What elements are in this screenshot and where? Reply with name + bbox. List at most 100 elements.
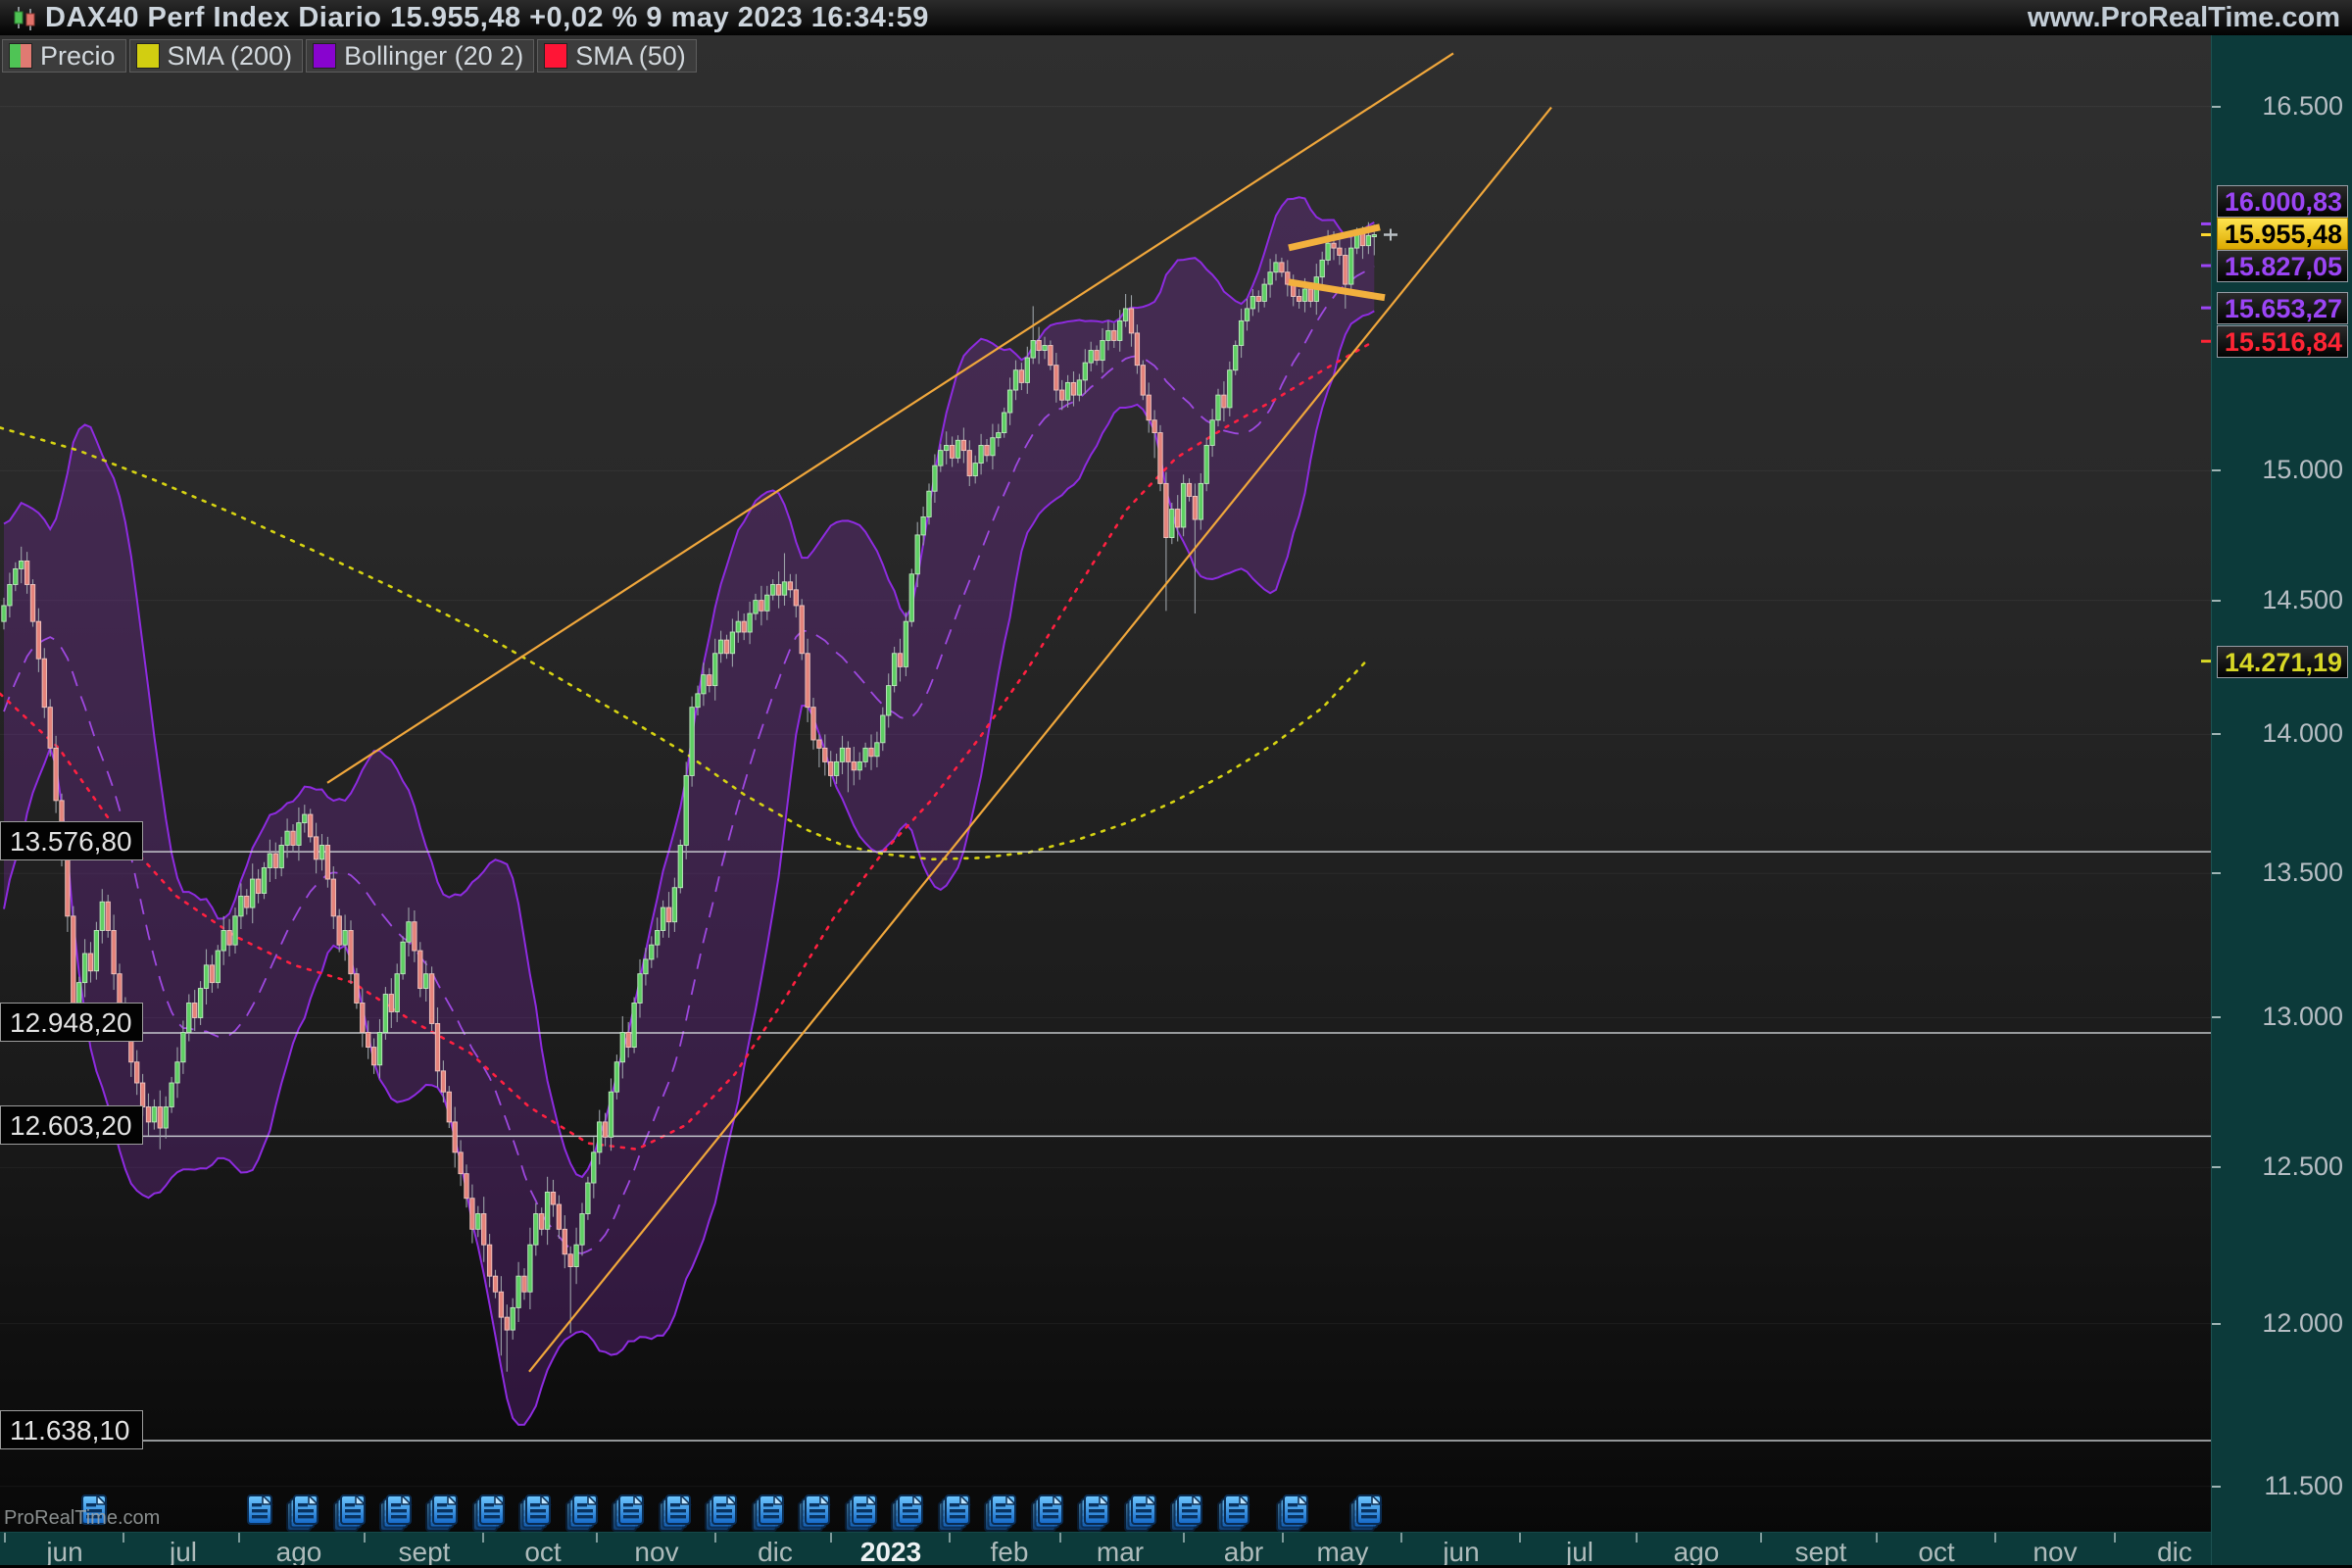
prorealtime-window: DAX40 Perf Index Diario 15.955,48 +0,02 … bbox=[0, 0, 2352, 1568]
price-tick bbox=[2212, 600, 2221, 602]
news-icon[interactable] bbox=[1350, 1495, 1381, 1531]
month-label-abr: abr bbox=[1224, 1537, 1263, 1568]
news-icon[interactable] bbox=[426, 1495, 457, 1531]
month-label-sept: sept bbox=[399, 1537, 451, 1568]
month-label-mar: mar bbox=[1097, 1537, 1144, 1568]
month-tick bbox=[830, 1533, 832, 1543]
price-marker-bollinger: 15.827,05 bbox=[2217, 250, 2348, 282]
news-icon[interactable] bbox=[1171, 1495, 1201, 1531]
month-tick bbox=[596, 1533, 598, 1543]
news-icon[interactable] bbox=[519, 1495, 550, 1531]
price-tick bbox=[2212, 469, 2221, 471]
month-tick bbox=[364, 1533, 366, 1543]
legend-label: Precio bbox=[40, 41, 116, 72]
month-label-oct: oct bbox=[1918, 1537, 1954, 1568]
price-tick-label: 16.500 bbox=[2262, 91, 2343, 122]
legend-item-sma-200-[interactable]: SMA (200) bbox=[129, 39, 304, 73]
news-icon[interactable] bbox=[380, 1495, 411, 1531]
price-marker-bollinger: 16.000,83 bbox=[2217, 185, 2348, 218]
indicator-swatch-icon bbox=[136, 43, 160, 69]
month-tick bbox=[714, 1533, 716, 1543]
price-tick bbox=[2212, 733, 2221, 735]
gridlines bbox=[0, 107, 2211, 1487]
month-tick bbox=[1183, 1533, 1185, 1543]
month-label-jun: jun bbox=[46, 1537, 82, 1568]
month-tick bbox=[1876, 1533, 1878, 1543]
time-axis[interactable]: junjulagoseptoctnovdic2023febmarabrmayju… bbox=[0, 1532, 2211, 1566]
candlestick-icon bbox=[12, 5, 37, 30]
news-icon[interactable] bbox=[334, 1495, 365, 1531]
month-tick bbox=[949, 1533, 951, 1543]
news-icons-row[interactable] bbox=[82, 1495, 1381, 1531]
level-label: 13.576,80 bbox=[0, 821, 143, 860]
news-icon[interactable] bbox=[939, 1495, 969, 1531]
news-icon[interactable] bbox=[1078, 1495, 1108, 1531]
month-label-feb: feb bbox=[991, 1537, 1029, 1568]
month-tick bbox=[1282, 1533, 1284, 1543]
month-tick bbox=[1994, 1533, 1996, 1543]
price-tick bbox=[2212, 1016, 2221, 1018]
month-tick bbox=[1760, 1533, 1762, 1543]
news-icon[interactable] bbox=[892, 1495, 922, 1531]
news-icon[interactable] bbox=[1277, 1495, 1307, 1531]
price-tick bbox=[2212, 106, 2221, 108]
month-label-nov: nov bbox=[634, 1537, 678, 1568]
month-tick bbox=[238, 1533, 240, 1543]
header-bar: DAX40 Perf Index Diario 15.955,48 +0,02 … bbox=[0, 0, 2352, 35]
legend-item-bollinger-20-2-[interactable]: Bollinger (20 2) bbox=[306, 39, 534, 73]
price-marker-sma50: 15.516,84 bbox=[2217, 325, 2348, 358]
watermark: ProRealTime.com bbox=[4, 1507, 160, 1530]
month-label-ago: ago bbox=[276, 1537, 322, 1568]
price-tick-label: 14.500 bbox=[2262, 585, 2343, 615]
news-icon[interactable] bbox=[753, 1495, 783, 1531]
news-icon[interactable] bbox=[660, 1495, 690, 1531]
news-icon[interactable] bbox=[473, 1495, 504, 1531]
month-label-oct: oct bbox=[524, 1537, 561, 1568]
month-label-jun: jun bbox=[1443, 1537, 1479, 1568]
news-icon[interactable] bbox=[248, 1495, 271, 1524]
legend-label: SMA (50) bbox=[575, 41, 686, 72]
price-axis[interactable]: 16.50015.00014.50014.00013.50013.00012.5… bbox=[2211, 35, 2352, 1568]
level-label: 12.603,20 bbox=[0, 1105, 143, 1145]
month-label-jul: jul bbox=[1566, 1537, 1593, 1568]
news-icon[interactable] bbox=[846, 1495, 876, 1531]
indicator-swatch-icon bbox=[313, 43, 336, 69]
bollinger-band bbox=[4, 197, 1374, 1425]
month-tick bbox=[1519, 1533, 1521, 1543]
news-icon[interactable] bbox=[706, 1495, 736, 1531]
indicator-swatch-icon bbox=[544, 43, 567, 69]
news-icon[interactable] bbox=[1032, 1495, 1062, 1531]
news-icon[interactable] bbox=[566, 1495, 597, 1531]
month-label-ago: ago bbox=[1674, 1537, 1720, 1568]
news-icon[interactable] bbox=[612, 1495, 643, 1531]
news-icon[interactable] bbox=[1218, 1495, 1249, 1531]
news-icon[interactable] bbox=[1125, 1495, 1155, 1531]
month-label-dic: dic bbox=[2157, 1537, 2192, 1568]
month-label-nov: nov bbox=[2033, 1537, 2077, 1568]
prorealtime-url: www.ProRealTime.com bbox=[2028, 2, 2340, 34]
price-tick bbox=[2212, 1486, 2221, 1488]
price-marker-sma200: 14.271,19 bbox=[2217, 646, 2348, 678]
news-icon[interactable] bbox=[799, 1495, 829, 1531]
chart-canvas[interactable] bbox=[0, 0, 2352, 1568]
price-tick-label: 13.000 bbox=[2262, 1002, 2343, 1032]
trendline[interactable] bbox=[529, 108, 1551, 1372]
price-tick-label: 15.000 bbox=[2262, 455, 2343, 485]
month-label-sept: sept bbox=[1795, 1537, 1847, 1568]
month-tick bbox=[122, 1533, 124, 1543]
legend: Precio SMA (200) Bollinger (20 2) SMA (50) bbox=[2, 39, 697, 73]
month-tick bbox=[1400, 1533, 1402, 1543]
price-tick-label: 14.000 bbox=[2262, 718, 2343, 749]
news-icon[interactable] bbox=[287, 1495, 318, 1531]
legend-label: Bollinger (20 2) bbox=[344, 41, 523, 72]
price-marker-last: 15.955,48 bbox=[2217, 218, 2348, 250]
news-icon[interactable] bbox=[985, 1495, 1015, 1531]
legend-item-precio[interactable]: Precio bbox=[2, 39, 126, 73]
price-tick bbox=[2212, 1166, 2221, 1168]
legend-item-sma-50-[interactable]: SMA (50) bbox=[537, 39, 697, 73]
month-tick bbox=[2114, 1533, 2116, 1543]
month-label-dic: dic bbox=[758, 1537, 793, 1568]
price-tick bbox=[2212, 872, 2221, 874]
price-tick bbox=[2212, 1323, 2221, 1325]
price-tick-label: 12.000 bbox=[2262, 1308, 2343, 1339]
